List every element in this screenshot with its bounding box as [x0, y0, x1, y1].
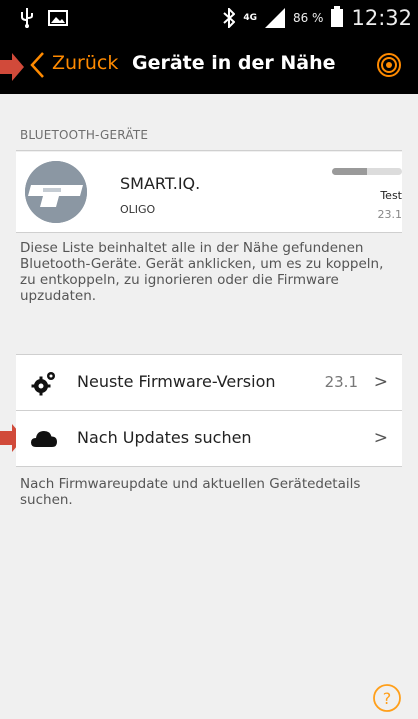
network-type: 4G [243, 12, 257, 23]
back-button[interactable]: Zurück [52, 52, 118, 74]
image-icon [48, 10, 68, 26]
page-title: Geräte in der Nähe [132, 52, 336, 74]
status-bar: 4G 86 % 12:32 [0, 0, 418, 38]
row-label: Nach Updates suchen [77, 428, 252, 447]
status-right: 4G 86 % 12:32 [223, 6, 412, 30]
clock: 12:32 [351, 6, 412, 30]
updates-description: Nach Firmwareupdate und aktuellen Geräte… [20, 476, 361, 508]
check-updates-row[interactable]: Nach Updates suchen > [16, 411, 402, 466]
gears-icon [31, 372, 55, 396]
status-left [20, 8, 68, 28]
signal-icon [264, 8, 285, 28]
chevron-right-icon: > [373, 428, 388, 448]
chevron-right-icon: > [373, 372, 388, 392]
device-version: 23.1 [377, 208, 403, 221]
device-logo [25, 161, 87, 223]
device-progress-bar [332, 168, 402, 175]
divider [16, 150, 402, 151]
cloud-icon [31, 431, 57, 447]
chevron-left-icon[interactable] [28, 50, 46, 80]
device-subtitle: OLIGO [120, 203, 156, 216]
device-logo-image [25, 161, 87, 223]
bluetooth-scan-icon[interactable] [376, 52, 402, 78]
app-header: Zurück Geräte in der Nähe [0, 38, 418, 94]
device-progress-fill [332, 168, 367, 175]
section-header: BLUETOOTH-GERÄTE [20, 128, 149, 142]
firmware-version-value: 23.1 [324, 373, 358, 391]
divider [16, 466, 402, 467]
svg-text:?: ? [383, 689, 392, 708]
device-status: Test [380, 189, 402, 202]
firmware-version-row[interactable]: Neuste Firmware-Version 23.1 > [16, 355, 402, 410]
arrow-annotation-icon [0, 53, 24, 81]
row-label: Neuste Firmware-Version [77, 372, 276, 391]
device-list-description: Diese Liste beinhaltet alle in der Nähe … [20, 240, 384, 304]
help-icon[interactable]: ? [372, 683, 402, 713]
device-name: SMART.IQ. [120, 174, 201, 193]
usb-icon [21, 8, 33, 28]
device-list-item[interactable]: SMART.IQ. OLIGO Test 23.1 [16, 152, 402, 232]
bluetooth-icon [223, 8, 236, 28]
battery-percent: 86 % [292, 11, 324, 25]
divider [16, 232, 402, 233]
battery-icon [331, 6, 344, 27]
